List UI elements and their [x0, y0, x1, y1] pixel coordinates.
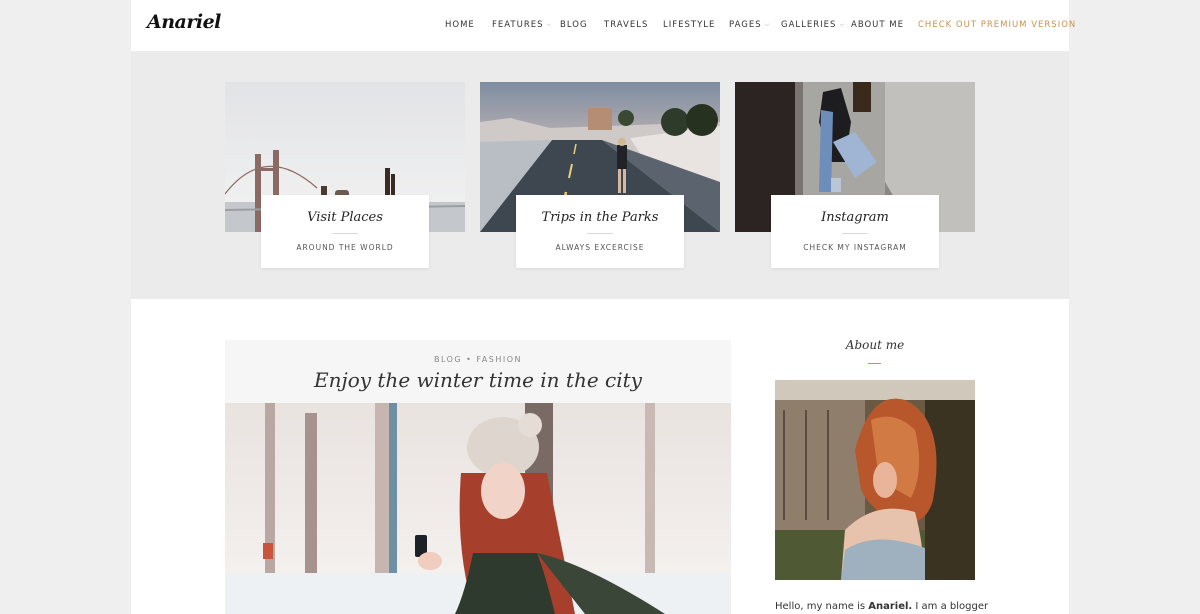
- about-me-text-prefix: Hello, my name is: [775, 601, 869, 612]
- feature-card-subtitle: ALWAYS EXCERCISE: [555, 243, 645, 252]
- card-divider: [842, 233, 868, 234]
- nav-item-features[interactable]: FEATURES ⌵: [492, 20, 552, 30]
- feature-card-title: Trips in the Parks: [541, 210, 659, 225]
- feature-card-caption-trips-in-the-parks: Trips in the Parks ALWAYS EXCERCISE: [516, 195, 684, 268]
- winter-woman-photo: [225, 403, 731, 614]
- woman-portrait-photo: [775, 380, 975, 580]
- nav-item-lifestyle[interactable]: LIFESTYLE: [663, 20, 715, 30]
- about-me-widget-title: About me: [845, 338, 905, 352]
- main-navigation: HOME FEATURES ⌵ BLOG TRAVELS LIFESTYLE PA…: [131, 20, 1075, 32]
- about-me-text: Hello, my name is Anariel. I am a blogge…: [775, 601, 1005, 612]
- about-me-image: [775, 380, 975, 580]
- nav-item-travels[interactable]: TRAVELS: [604, 20, 648, 30]
- nav-item-pages[interactable]: PAGES ⌵: [729, 20, 770, 30]
- chevron-down-icon: ⌵: [839, 21, 845, 28]
- nav-item-galleries-label: GALLERIES: [781, 20, 837, 30]
- feature-card-subtitle: CHECK MY INSTAGRAM: [803, 243, 907, 252]
- feature-card-title: Visit Places: [307, 210, 383, 225]
- nav-item-home[interactable]: HOME: [445, 20, 475, 30]
- about-me-text-suffix: I am a blogger: [912, 601, 989, 612]
- nav-item-premium[interactable]: CHECK OUT PREMIUM VERSION: [918, 20, 1076, 30]
- about-me-name: Anariel.: [868, 601, 913, 612]
- post-categories[interactable]: BLOG • FASHION: [225, 355, 731, 364]
- nav-item-features-label: FEATURES: [492, 20, 544, 30]
- post-title[interactable]: Enjoy the winter time in the city: [225, 368, 731, 392]
- card-divider: [587, 233, 613, 234]
- chevron-down-icon: ⌵: [764, 21, 771, 28]
- feature-card-caption-visit-places: Visit Places AROUND THE WORLD: [261, 195, 429, 268]
- page-container: Anariel HOME FEATURES ⌵ BLOG TRAVELS LIFE…: [131, 0, 1075, 614]
- feature-card-title: Instagram: [821, 210, 889, 225]
- nav-item-about-me[interactable]: ABOUT ME: [851, 20, 904, 30]
- site-header: Anariel HOME FEATURES ⌵ BLOG TRAVELS LIFE…: [131, 0, 1075, 51]
- nav-item-blog[interactable]: BLOG: [560, 20, 588, 30]
- feature-card-caption-instagram: Instagram CHECK MY INSTAGRAM: [771, 195, 939, 268]
- main-content: BLOG • FASHION Enjoy the winter time in …: [131, 299, 1069, 614]
- post-featured-image[interactable]: [225, 403, 731, 614]
- feature-card-subtitle: AROUND THE WORLD: [296, 243, 394, 252]
- nav-item-galleries[interactable]: GALLERIES ⌵: [781, 20, 845, 30]
- nav-item-pages-label: PAGES: [729, 20, 762, 30]
- widget-title-underline: [868, 363, 881, 364]
- post-header: BLOG • FASHION Enjoy the winter time in …: [225, 340, 731, 403]
- card-divider: [332, 233, 358, 234]
- chevron-down-icon: ⌵: [546, 21, 553, 28]
